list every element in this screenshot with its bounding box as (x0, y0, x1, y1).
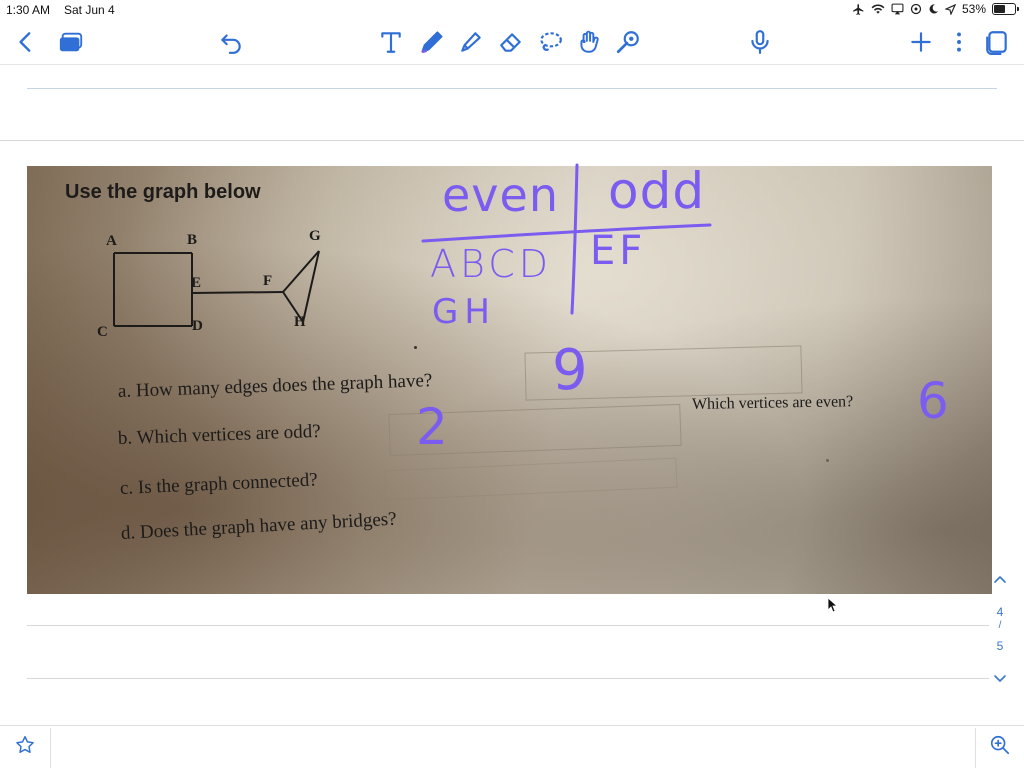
vertex-label-b: B (187, 232, 198, 248)
question-b: b. Which vertices are odd? (118, 421, 321, 450)
status-date: Sat Jun 4 (64, 3, 115, 17)
text-tool-icon[interactable] (375, 22, 407, 62)
page-separator: / (998, 620, 1002, 631)
page-divider (0, 140, 1024, 141)
mouse-cursor-icon (827, 597, 837, 613)
vertex-label-e: E (191, 275, 202, 291)
question-a-label: a. (117, 380, 132, 402)
thumbnails-icon[interactable] (55, 22, 87, 62)
question-a: a. How many edges does the graph have? (118, 370, 433, 403)
shapes-tool-icon[interactable] (612, 22, 644, 62)
wifi-icon (871, 4, 885, 14)
question-c-label: c. (119, 477, 134, 499)
battery-percent: 53% (961, 2, 986, 16)
screen-mirror-icon (891, 3, 904, 15)
document-icon[interactable] (981, 22, 1013, 62)
vertex-label-c: C (97, 324, 108, 340)
undo-icon[interactable] (215, 22, 247, 62)
page-current: 4 (996, 605, 1004, 619)
highlighter-tool-icon[interactable] (455, 22, 487, 62)
eraser-tool-icon[interactable] (495, 22, 527, 62)
question-c-text: Is the graph connected? (137, 469, 319, 499)
ink-even-row2: GH (432, 292, 496, 332)
bottom-left-divider (50, 728, 51, 768)
ink-even-header: even (442, 168, 559, 222)
bottom-bar-divider (0, 725, 1024, 726)
zoom-button[interactable] (980, 725, 1020, 765)
scroll-down-button[interactable] (989, 668, 1011, 690)
vertex-label-f: F (263, 273, 273, 289)
ink-answer-even: 6 (917, 372, 949, 430)
airplane-icon (853, 3, 864, 15)
add-page-icon[interactable] (905, 22, 937, 62)
battery-icon (992, 3, 1019, 15)
question-d-text: Does the graph have any bridges? (139, 508, 398, 543)
status-time: 1:30 AM (6, 3, 51, 17)
question-a-text: How many edges does the graph have? (135, 370, 433, 402)
ink-even-row1: ABCD (430, 242, 553, 286)
bottom-right-divider (975, 728, 976, 768)
pen-tool-icon[interactable] (416, 22, 448, 62)
back-chevron-icon[interactable] (10, 22, 42, 62)
favorite-button[interactable] (5, 725, 45, 765)
toolbar-divider (0, 64, 1024, 65)
question-b-text: Which vertices are odd? (136, 420, 322, 449)
moon-icon (929, 4, 939, 14)
scroll-up-button[interactable] (989, 568, 1011, 590)
ink-odd-row1: EF (590, 228, 647, 274)
edge-ef (191, 291, 284, 294)
hand-tool-icon[interactable] (573, 22, 605, 62)
location-icon (910, 3, 922, 15)
vertex-label-h: H (294, 314, 306, 330)
lasso-tool-icon[interactable] (534, 22, 566, 62)
page-total: 5 (996, 639, 1004, 653)
microphone-icon[interactable] (744, 22, 776, 62)
ruled-line (27, 678, 989, 679)
ink-odd-header: odd (608, 162, 706, 220)
paper-speck (826, 459, 829, 462)
status-bar: 1:30 AM Sat Jun 4 53% (0, 0, 1024, 20)
vertex-label-g: G (309, 228, 321, 244)
paper-speck (414, 346, 417, 349)
more-options-icon[interactable] (943, 22, 975, 62)
worksheet-heading: Use the graph below (65, 181, 261, 203)
status-indicators: 53% (852, 2, 1019, 16)
chevron-up-icon (994, 576, 1006, 583)
ink-answer-edges: 9 (552, 338, 588, 403)
ink-answer-odd: 2 (416, 398, 448, 456)
toolbar (0, 22, 1024, 62)
question-even: Which vertices are even? (691, 393, 854, 413)
ruled-line (27, 88, 997, 89)
arrow-icon (944, 3, 956, 15)
question-d-label: d. (120, 522, 136, 544)
zoom-in-icon (990, 735, 1010, 755)
edge-gh (302, 250, 320, 323)
chevron-down-icon (994, 675, 1006, 682)
ruled-line (27, 625, 989, 626)
vertex-label-d: D (192, 318, 203, 334)
star-icon (16, 736, 34, 753)
question-c: c. Is the graph connected? (120, 469, 319, 500)
vertex-label-a: A (106, 233, 117, 249)
question-d: d. Does the graph have any bridges? (120, 509, 397, 545)
question-b-label: b. (117, 427, 133, 449)
answer-box-c (384, 457, 678, 501)
